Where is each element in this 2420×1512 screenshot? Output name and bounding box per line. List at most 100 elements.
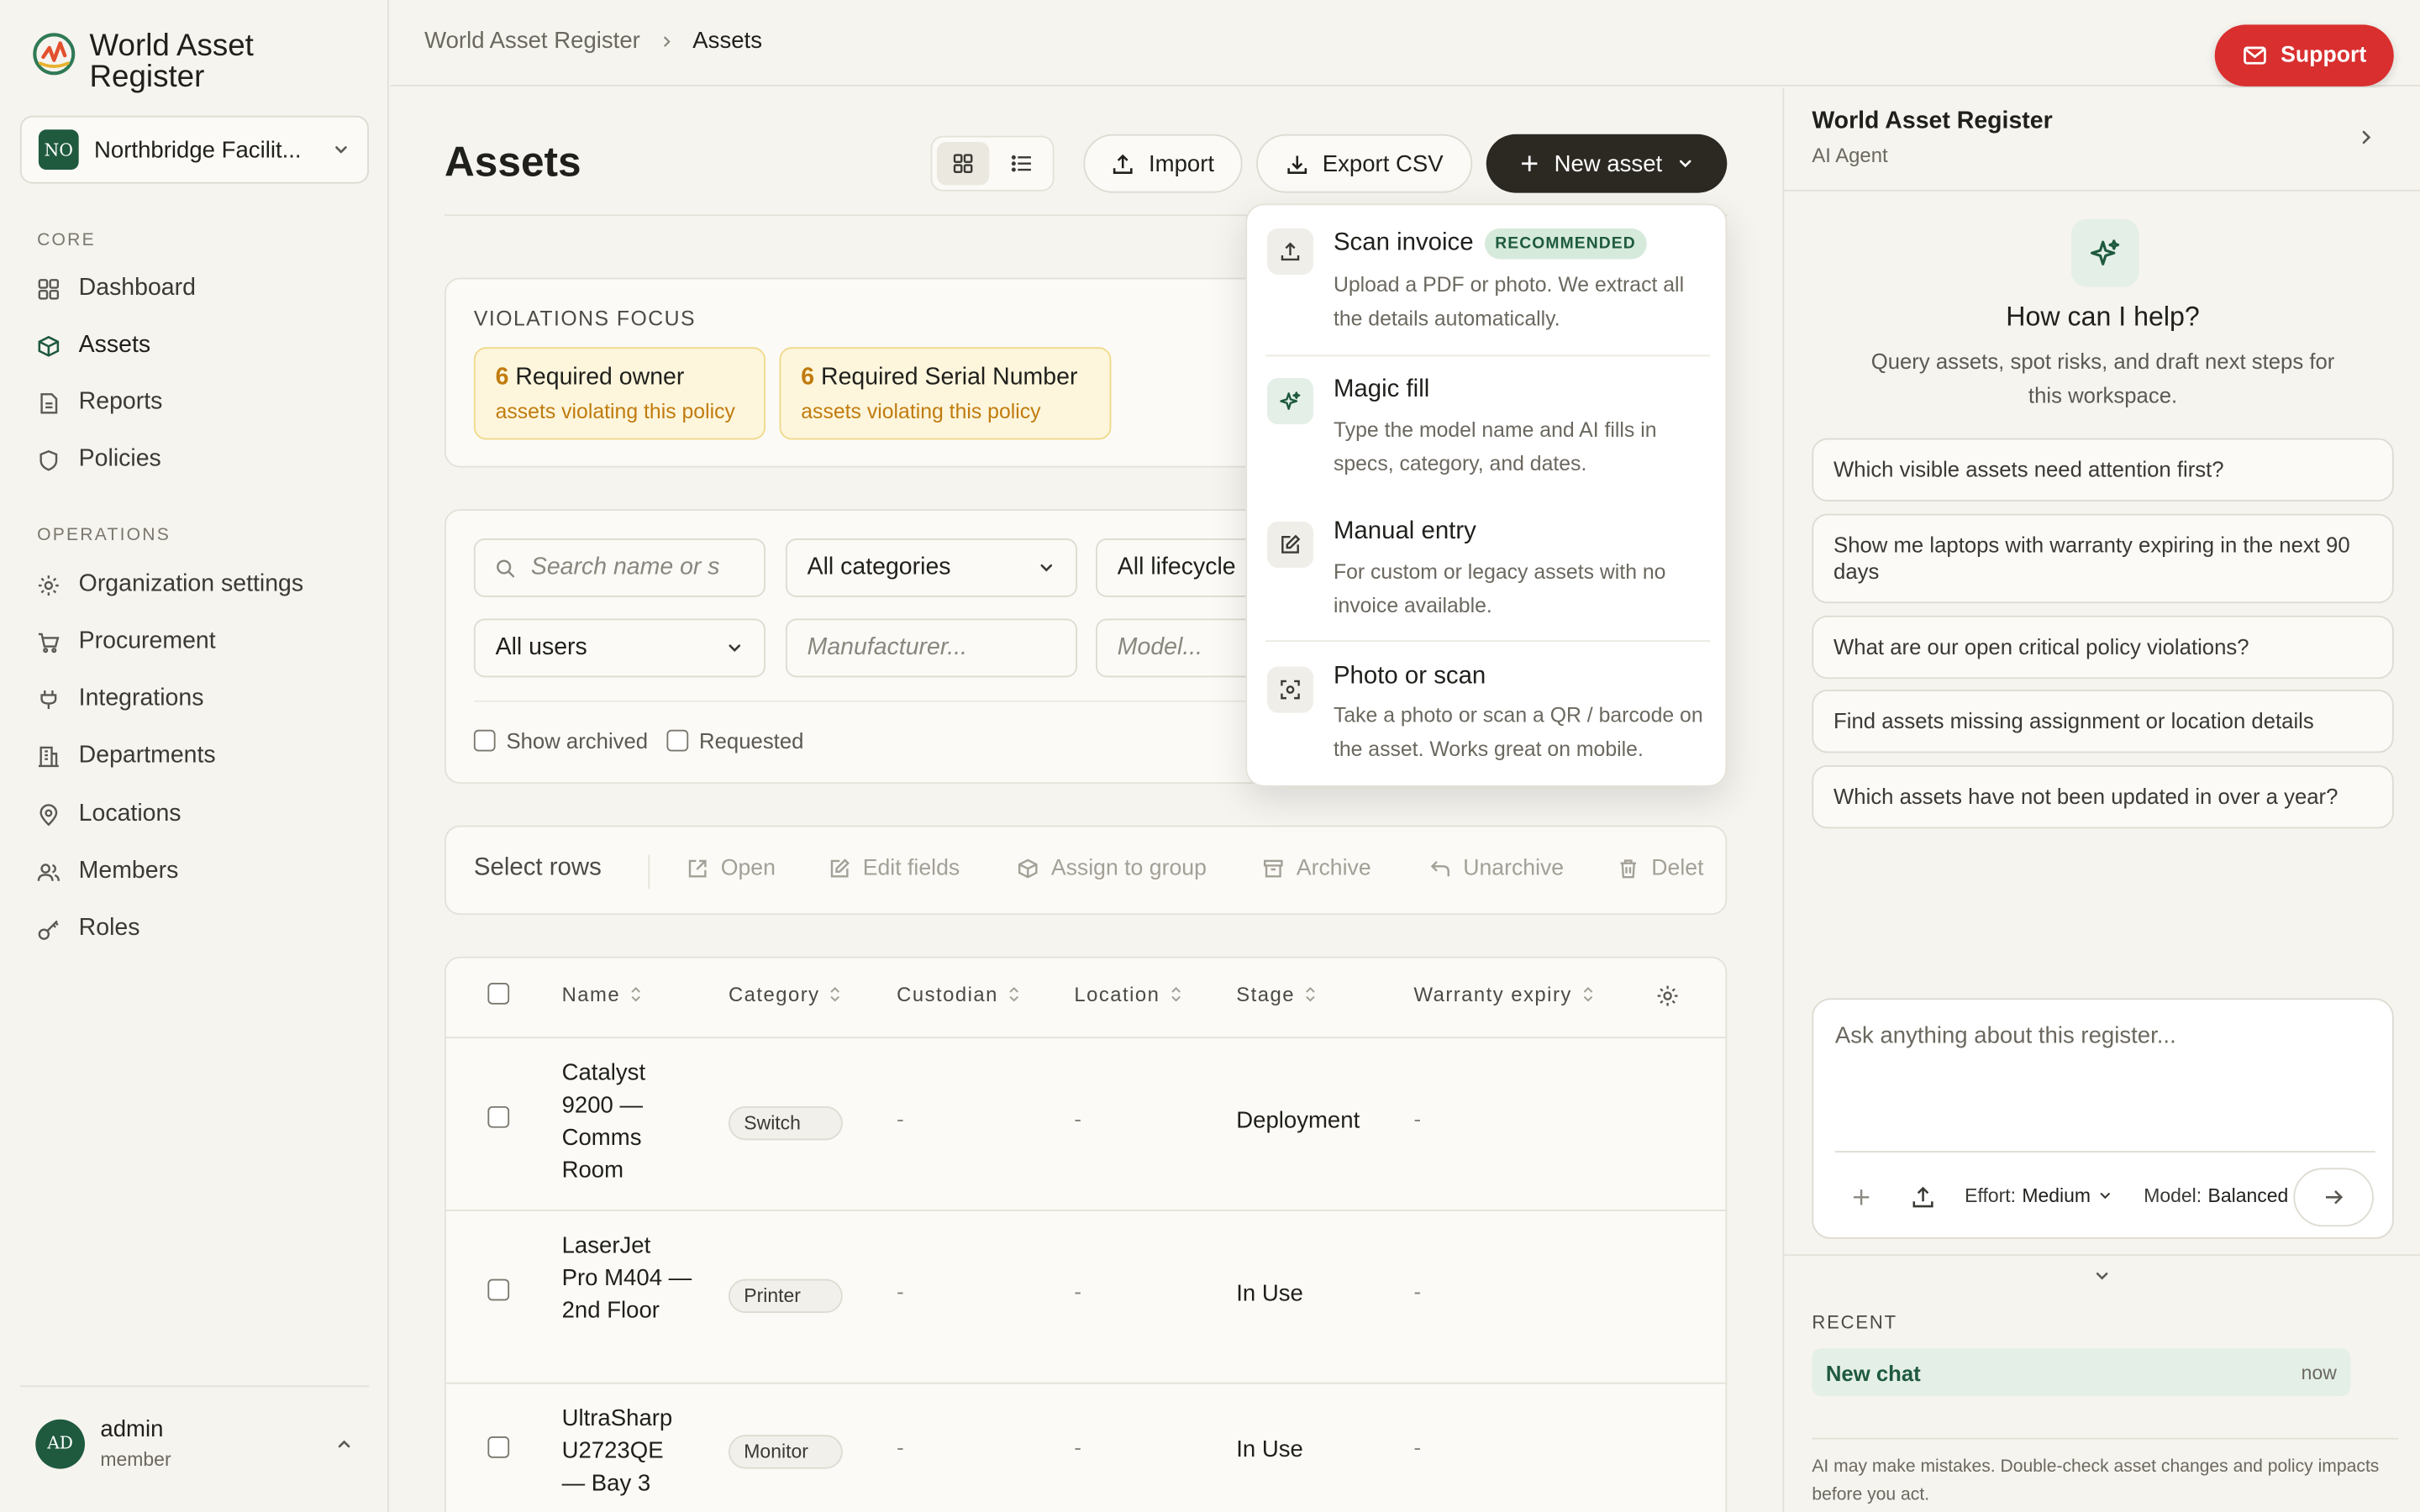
search-input[interactable]: Search name or s — [473, 538, 766, 597]
org-switcher[interactable]: NO Northbridge Facilit... — [19, 115, 369, 184]
lifecycle-value: All lifecycle — [1117, 554, 1236, 580]
divider — [1265, 640, 1711, 643]
new-asset-menu: Scan invoice RECOMMENDED Upload a PDF or… — [1245, 203, 1728, 787]
sidebar-item-procurement[interactable]: Procurement — [37, 619, 361, 665]
delete-button[interactable]: Delet — [1618, 856, 1704, 881]
send-button[interactable] — [2293, 1168, 2374, 1227]
menu-item-magic-fill[interactable]: Magic fill Type the model name and AI fi… — [1265, 376, 1710, 500]
menu-item-photo-or-scan[interactable]: Photo or scan Take a photo or scan a QR … — [1265, 662, 1710, 785]
sidebar-item-dashboard[interactable]: Dashboard — [37, 265, 361, 312]
column-label: Category — [728, 983, 820, 1006]
external-link-icon — [687, 858, 708, 879]
box-icon — [1017, 858, 1039, 879]
asset-name[interactable]: LaserJet Pro M404 — 2nd Floor — [562, 1230, 693, 1327]
row-checkbox[interactable] — [487, 1278, 510, 1301]
support-button[interactable]: Support — [2214, 24, 2394, 87]
effort-select[interactable]: Effort: Medium — [1965, 1185, 2112, 1206]
delete-label: Delet — [1651, 856, 1704, 881]
asset-name[interactable]: UltraSharp U2723QE — Bay 3 — [562, 1403, 693, 1500]
assign-group-label: Assign to group — [1050, 856, 1207, 881]
collapse-panel-icon[interactable] — [2357, 128, 2375, 146]
download-icon — [1286, 152, 1309, 176]
sidebar-item-label: Roles — [78, 915, 140, 942]
ai-panel-header: World Asset Register AI Agent — [1784, 88, 2420, 192]
app-name: World Asset Register — [89, 29, 254, 95]
new-asset-button[interactable]: New asset — [1486, 134, 1728, 193]
column-header-warranty[interactable]: Warranty expiry — [1413, 983, 1593, 1006]
grid-icon — [952, 153, 974, 175]
requested-checkbox[interactable]: Requested — [666, 728, 803, 753]
recent-chat-item[interactable]: New chat now — [1812, 1348, 2351, 1397]
table-row[interactable]: LaserJet Pro M404 — 2nd Floor Printer - … — [445, 1211, 1726, 1384]
row-checkbox[interactable] — [487, 1436, 510, 1458]
menu-item-scan-invoice[interactable]: Scan invoice RECOMMENDED Upload a PDF or… — [1265, 227, 1710, 360]
org-name: Northbridge Facilit... — [94, 136, 302, 163]
sidebar-item-members[interactable]: Members — [37, 848, 361, 895]
plus-icon[interactable] — [1850, 1186, 1872, 1208]
breadcrumb-root[interactable]: World Asset Register — [424, 28, 640, 54]
category-select[interactable]: All categories — [785, 538, 1078, 597]
violation-chip-serial[interactable]: 6 Required Serial Number assets violatin… — [779, 347, 1112, 440]
chevron-down-icon — [332, 140, 350, 159]
app-logo[interactable]: World Asset Register — [31, 31, 291, 92]
suggestion-chip[interactable]: Which visible assets need attention firs… — [1812, 438, 2394, 501]
violation-subtitle: assets violating this policy — [801, 399, 1041, 423]
select-all-checkbox[interactable] — [487, 983, 510, 1005]
import-button[interactable]: Import — [1083, 134, 1243, 193]
sidebar-item-label: Members — [78, 858, 179, 885]
table-row[interactable]: UltraSharp U2723QE — Bay 3 Monitor - - I… — [446, 1384, 1726, 1512]
view-toggle — [930, 135, 1055, 192]
export-csv-button[interactable]: Export CSV — [1256, 134, 1473, 193]
asset-name[interactable]: Catalyst 9200 — Comms Room — [562, 1057, 693, 1186]
manufacturer-input[interactable]: Manufacturer... — [785, 618, 1078, 678]
sidebar-item-reports[interactable]: Reports — [37, 380, 361, 426]
column-header-location[interactable]: Location — [1074, 983, 1181, 1006]
pin-icon — [37, 803, 60, 827]
box-icon — [37, 334, 60, 358]
chevron-down-icon[interactable] — [2093, 1267, 2112, 1285]
suggestion-chip[interactable]: Find assets missing assignment or locati… — [1812, 690, 2394, 753]
unarchive-button[interactable]: Unarchive — [1429, 856, 1564, 881]
section-label-operations: OPERATIONS — [37, 526, 171, 545]
sidebar-item-assets[interactable]: Assets — [37, 323, 361, 369]
grid-view-button[interactable] — [936, 141, 990, 186]
column-header-stage[interactable]: Stage — [1236, 983, 1316, 1006]
table-row[interactable]: Catalyst 9200 — Comms Room Switch - - De… — [445, 1038, 1726, 1211]
row-checkbox[interactable] — [487, 1105, 510, 1128]
sidebar-item-departments[interactable]: Departments — [37, 732, 361, 779]
open-button[interactable]: Open — [687, 856, 776, 881]
model-select[interactable]: Model: Balanced — [2144, 1185, 2310, 1206]
help-subtitle: Query assets, spot risks, and draft next… — [1870, 349, 2335, 407]
upload-icon[interactable] — [1911, 1185, 1935, 1210]
column-header-name[interactable]: Name — [562, 983, 642, 1006]
sidebar-item-locations[interactable]: Locations — [37, 791, 361, 837]
chat-input-box[interactable]: Ask anything about this register... Effo… — [1812, 998, 2394, 1239]
assign-group-button[interactable]: Assign to group — [1017, 856, 1207, 881]
checkbox[interactable] — [473, 729, 496, 752]
column-header-custodian[interactable]: Custodian — [897, 983, 1019, 1006]
user-menu[interactable]: AD admin member — [19, 1385, 369, 1499]
list-view-button[interactable] — [996, 142, 1048, 185]
user-role: member — [100, 1448, 171, 1471]
suggestion-chip[interactable]: Show me laptops with warranty expiring i… — [1812, 513, 2394, 604]
sidebar-item-policies[interactable]: Policies — [37, 437, 361, 483]
column-header-category[interactable]: Category — [729, 983, 841, 1006]
violation-chip-owner[interactable]: 6 Required owner assets violating this p… — [473, 347, 766, 440]
sidebar-item-organization-settings[interactable]: Organization settings — [37, 562, 361, 608]
edit-fields-button[interactable]: Edit fields — [829, 856, 960, 881]
sidebar-item-integrations[interactable]: Integrations — [37, 675, 361, 722]
column-settings-icon[interactable] — [1656, 984, 1680, 1008]
warranty-cell: - — [1413, 1278, 1422, 1305]
suggestion-chip[interactable]: Which assets have not been updated in ov… — [1812, 765, 2394, 829]
edit-fields-label: Edit fields — [862, 856, 960, 881]
checkbox[interactable] — [666, 729, 689, 752]
users-select[interactable]: All users — [473, 618, 766, 678]
archive-button[interactable]: Archive — [1262, 856, 1371, 881]
show-archived-checkbox[interactable]: Show archived — [473, 728, 648, 753]
menu-item-manual-entry[interactable]: Manual entry For custom or legacy assets… — [1265, 518, 1710, 642]
suggestion-chip[interactable]: What are our open critical policy violat… — [1812, 615, 2394, 680]
sidebar-item-roles[interactable]: Roles — [37, 906, 361, 952]
column-label: Warranty expiry — [1413, 983, 1572, 1006]
location-cell: - — [1074, 1105, 1081, 1131]
breadcrumb: World Asset Register Assets — [424, 28, 762, 54]
